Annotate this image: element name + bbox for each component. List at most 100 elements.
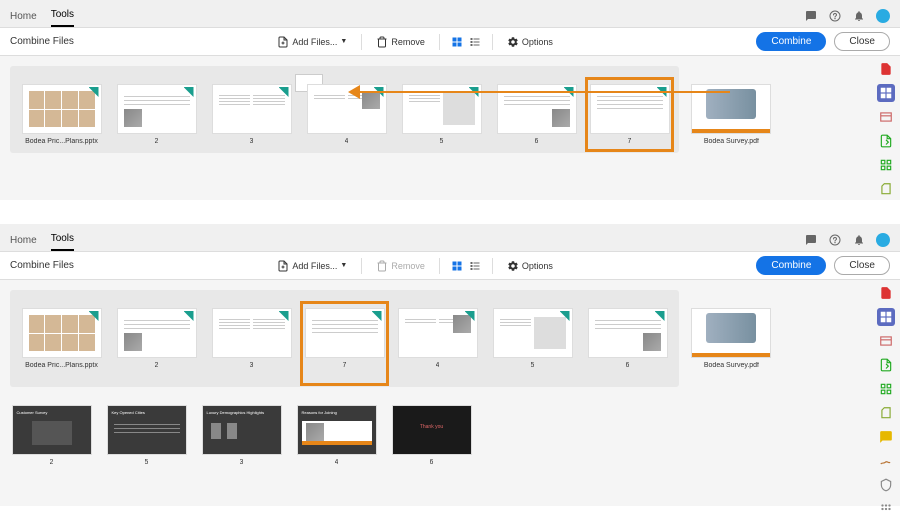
toolbar: Combine Files Add Files... ▼ Remove Opti… (0, 252, 900, 280)
rail-protect-icon[interactable] (877, 476, 895, 494)
right-rail (872, 280, 900, 518)
page-number: 5 (440, 138, 444, 145)
page-thumb[interactable] (493, 308, 573, 358)
chat-icon[interactable] (804, 233, 818, 247)
page-thumb[interactable]: Thank you (392, 405, 472, 455)
toolbar-title: Combine Files (10, 260, 74, 271)
file-name-label: Bodea Survey.pdf (704, 138, 759, 145)
page-number: 4 (345, 138, 349, 145)
page-number: 6 (430, 459, 434, 466)
rail-grid-icon[interactable] (877, 500, 895, 518)
page-number: 7 (343, 362, 347, 369)
help-icon[interactable] (828, 9, 842, 23)
rail-sign-icon[interactable] (877, 452, 895, 470)
page-number: 5 (531, 362, 535, 369)
avatar[interactable] (876, 9, 890, 23)
file-name-label: Bodea Pric...Plans.pptx (25, 362, 98, 369)
rail-combine-icon[interactable] (877, 308, 895, 326)
page-thumb[interactable] (22, 308, 102, 358)
trash-icon (376, 260, 388, 272)
page-thumb[interactable] (117, 308, 197, 358)
page-thumb[interactable] (22, 84, 102, 134)
page-number: 2 (155, 138, 159, 145)
nav-tools[interactable]: Tools (51, 9, 74, 27)
combine-button[interactable]: Combine (756, 32, 826, 51)
page-thumb[interactable]: Reasons for Joining (297, 405, 377, 455)
options-label: Options (522, 37, 553, 47)
rail-export-icon[interactable] (877, 132, 895, 150)
thumbnail-row-2: Customer Survey 2 Key Opened Cities 5 Luxu… (0, 405, 900, 466)
page-number: 6 (626, 362, 630, 369)
rail-more-icon[interactable] (877, 180, 895, 198)
options-button[interactable]: Options (503, 258, 557, 274)
file-thumb[interactable]: Bodea Survey.pdf (691, 84, 771, 145)
options-button[interactable]: Options (503, 34, 557, 50)
top-nav: Home Tools (0, 224, 900, 252)
close-button[interactable]: Close (834, 32, 890, 51)
chevron-down-icon: ▼ (340, 38, 347, 45)
gear-icon (507, 36, 519, 48)
page-thumb[interactable] (212, 308, 292, 358)
avatar[interactable] (876, 233, 890, 247)
close-button[interactable]: Close (834, 256, 890, 275)
bell-icon[interactable] (852, 9, 866, 23)
page-thumb[interactable] (402, 84, 482, 134)
grid-view-icon[interactable] (450, 259, 464, 273)
add-files-button[interactable]: Add Files... ▼ (273, 258, 351, 274)
page-thumb[interactable] (307, 84, 387, 134)
rail-comment-icon[interactable] (877, 428, 895, 446)
rail-export-icon[interactable] (877, 356, 895, 374)
add-files-button[interactable]: Add Files... ▼ (273, 34, 351, 50)
combine-button[interactable]: Combine (756, 256, 826, 275)
rail-pdf-icon[interactable] (877, 60, 895, 78)
thumbnail-area-upper: Bodea Pric...Plans.pptx 2 3 4 5 6 7 Bode… (0, 56, 872, 163)
page-thumb[interactable] (117, 84, 197, 134)
page-thumb[interactable]: Luxury Demographics Highlights (202, 405, 282, 455)
chat-icon[interactable] (804, 9, 818, 23)
page-number: 2 (155, 362, 159, 369)
chevron-down-icon: ▼ (340, 262, 347, 269)
toolbar-title: Combine Files (10, 36, 74, 47)
add-files-icon (277, 260, 289, 272)
add-files-label: Add Files... (292, 37, 337, 47)
list-view-icon[interactable] (468, 259, 482, 273)
page-thumb[interactable] (398, 308, 478, 358)
bell-icon[interactable] (852, 233, 866, 247)
rail-organize-icon[interactable] (877, 380, 895, 398)
page-number: 5 (145, 459, 149, 466)
page-thumb-selected[interactable] (590, 84, 670, 134)
page-number: 2 (50, 459, 54, 466)
page-thumb[interactable]: Key Opened Cities (107, 405, 187, 455)
page-thumb[interactable] (588, 308, 668, 358)
grid-view-icon[interactable] (450, 35, 464, 49)
remove-button[interactable]: Remove (372, 34, 429, 50)
nav-home[interactable]: Home (10, 11, 37, 27)
help-icon[interactable] (828, 233, 842, 247)
right-rail (872, 56, 900, 198)
nav-tools[interactable]: Tools (51, 233, 74, 251)
file-thumb[interactable]: Bodea Survey.pdf (691, 308, 771, 369)
rail-edit-icon[interactable] (877, 108, 895, 126)
list-view-icon[interactable] (468, 35, 482, 49)
file-group[interactable]: Bodea Pric...Plans.pptx 2 3 7 4 5 6 (10, 290, 679, 387)
page-thumb[interactable]: Customer Survey (12, 405, 92, 455)
trash-icon (376, 36, 388, 48)
remove-label: Remove (391, 37, 425, 47)
file-name-label: Bodea Survey.pdf (704, 362, 759, 369)
remove-button[interactable]: Remove (372, 258, 429, 274)
page-number: 3 (240, 459, 244, 466)
rail-combine-icon[interactable] (877, 84, 895, 102)
gear-icon (507, 260, 519, 272)
rail-compress-icon[interactable] (877, 404, 895, 422)
page-thumb[interactable] (497, 84, 577, 134)
file-group[interactable]: Bodea Pric...Plans.pptx 2 3 4 5 6 7 (10, 66, 679, 153)
page-thumb-moved[interactable] (305, 308, 385, 358)
rail-pdf-icon[interactable] (877, 284, 895, 302)
page-number: 3 (250, 362, 254, 369)
file-name-label: Bodea Pric...Plans.pptx (25, 138, 98, 145)
page-thumb[interactable] (212, 84, 292, 134)
rail-edit-icon[interactable] (877, 332, 895, 350)
rail-organize-icon[interactable] (877, 156, 895, 174)
page-number: 6 (535, 138, 539, 145)
nav-home[interactable]: Home (10, 235, 37, 251)
